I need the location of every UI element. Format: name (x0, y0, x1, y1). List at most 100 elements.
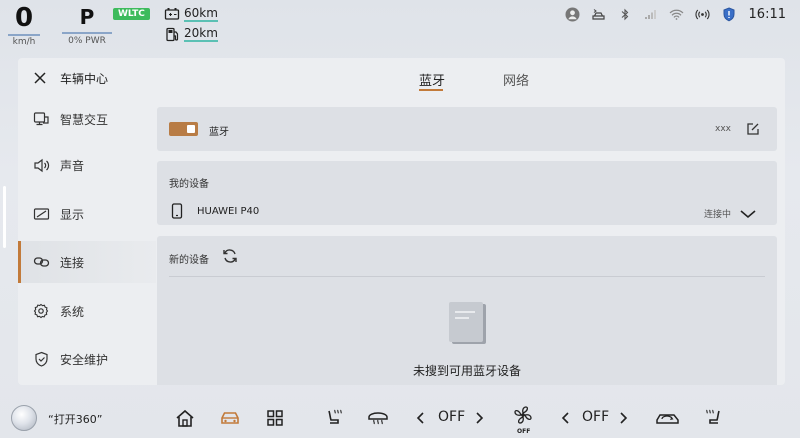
my-devices-card: 我的设备 HUAWEI P40 连接中 (157, 161, 777, 225)
link-icon (32, 253, 50, 271)
sidebar-item-safety-maintenance[interactable]: 安全维护 (18, 338, 156, 380)
tab-bluetooth[interactable]: 蓝牙 (419, 70, 445, 89)
sidebar-item-label: 连接 (60, 255, 85, 270)
left-temp-down-button[interactable] (410, 407, 432, 429)
fan-status: OFF (517, 428, 531, 435)
seat-heat-icon (706, 409, 720, 424)
battery-range-value: 60km (184, 6, 218, 22)
bottom-dock: “打开360” OFF OFF OFF (0, 398, 800, 438)
device-name: HUAWEI P40 (197, 206, 260, 217)
voice-hint: “打开360” (48, 413, 103, 426)
speed-value: 0 (14, 3, 34, 33)
car-icon (221, 412, 239, 424)
edge-handle[interactable] (3, 186, 6, 248)
vehicle-button[interactable] (219, 407, 241, 429)
bluetooth-icon (617, 6, 633, 22)
bluetooth-toggle-card: 蓝牙 xxx (157, 107, 777, 151)
my-devices-title: 我的设备 (169, 179, 209, 190)
chevron-left-icon (561, 412, 569, 424)
fan-button[interactable] (512, 404, 534, 426)
user-avatar-icon[interactable] (565, 6, 581, 22)
bluetooth-label: 蓝牙 (209, 127, 229, 138)
speedometer: 0 km/h (8, 3, 40, 47)
right-temp-up-button[interactable] (612, 407, 634, 429)
panel-header: 车辆中心 蓝牙 网络 (18, 58, 785, 98)
wifi-icon (669, 6, 685, 22)
gear-icon (32, 302, 50, 320)
empty-list-icon (446, 300, 490, 348)
seat-heat-right-button[interactable] (703, 407, 725, 429)
phone-icon (171, 203, 183, 219)
edit-name-button[interactable] (745, 121, 761, 137)
fuel-range: 20km (163, 26, 218, 42)
bluetooth-toggle[interactable] (169, 122, 198, 136)
chevron-right-icon (476, 412, 484, 424)
left-temp-up-button[interactable] (468, 407, 490, 429)
chevron-down-icon[interactable] (739, 205, 757, 219)
edit-icon (747, 123, 759, 135)
right-temp-value: OFF (582, 409, 610, 425)
gear-value: P (79, 5, 95, 29)
close-button[interactable] (32, 70, 48, 86)
apps-button[interactable] (264, 407, 286, 429)
home-button[interactable] (174, 407, 196, 429)
status-bar: 0 km/h P 0% PWR WLTC 60km 20km 16:11 (0, 0, 800, 56)
smart-interaction-icon (32, 110, 50, 128)
sidebar-item-label: 智慧交互 (60, 112, 109, 127)
security-shield-icon (721, 6, 737, 22)
empty-state-text: 未搜到可用蓝牙设备 (412, 364, 521, 378)
grid-icon (267, 410, 283, 426)
signal-strength-icon (643, 6, 659, 22)
home-icon (176, 409, 194, 427)
voice-assistant-button[interactable] (11, 405, 37, 431)
sidebar: 智慧交互 声音 显示 连接 系统 安全维护 (18, 98, 156, 385)
sidebar-item-label: 系统 (60, 304, 85, 319)
battery-icon (163, 6, 181, 22)
seat-heat-icon (328, 409, 342, 424)
seat-heat-left-button[interactable] (323, 407, 345, 429)
defrost-button[interactable] (367, 407, 389, 429)
chevron-right-icon (620, 412, 628, 424)
panel-title: 车辆中心 (60, 72, 109, 86)
wltc-badge: WLTC (113, 8, 150, 20)
speed-unit: km/h (8, 34, 40, 47)
refresh-icon (223, 249, 237, 263)
divider (169, 276, 765, 277)
right-temp-down-button[interactable] (555, 407, 577, 429)
fuel-range-value: 20km (184, 26, 218, 42)
car-sync-icon (591, 6, 607, 22)
sidebar-item-smart-interaction[interactable]: 智慧交互 (18, 98, 156, 140)
fan-icon (514, 406, 532, 424)
sidebar-item-display[interactable]: 显示 (18, 193, 156, 235)
system-tray: 16:11 (565, 6, 786, 22)
close-icon (34, 72, 46, 84)
chevron-left-icon (416, 412, 424, 424)
new-devices-card: 新的设备 未搜到可用蓝牙设备 (157, 236, 777, 385)
tab-network[interactable]: 网络 (503, 70, 529, 89)
vehicle-center-panel: 车辆中心 蓝牙 网络 智慧交互 声音 显示 连接 系统 安全维护 蓝牙 xxx … (18, 58, 785, 385)
shield-icon (32, 350, 50, 368)
power-percent: 0% PWR (62, 32, 112, 46)
fuel-pump-icon (163, 26, 181, 42)
battery-range: 60km (163, 6, 218, 22)
car-air-circulation-icon (656, 414, 679, 424)
sidebar-item-system[interactable]: 系统 (18, 290, 156, 332)
gear-indicator: P 0% PWR (62, 3, 112, 46)
left-temp-value: OFF (438, 409, 466, 425)
refresh-button[interactable] (221, 247, 239, 265)
sidebar-item-connection[interactable]: 连接 (18, 241, 156, 283)
active-tab-indicator (419, 89, 443, 91)
device-status: 连接中 (703, 210, 731, 220)
defrost-icon (368, 412, 388, 425)
sidebar-item-label: 显示 (60, 207, 85, 222)
bluetooth-device-name: xxx (715, 124, 731, 134)
air-circulation-button[interactable] (655, 407, 681, 429)
sidebar-item-label: 声音 (60, 158, 85, 173)
sidebar-item-sound[interactable]: 声音 (18, 144, 156, 186)
broadcast-icon (695, 6, 711, 22)
sidebar-item-label: 安全维护 (60, 352, 109, 367)
clock: 16:11 (748, 6, 786, 22)
speaker-icon (32, 156, 50, 174)
display-icon (32, 205, 50, 223)
new-devices-title: 新的设备 (169, 255, 209, 266)
